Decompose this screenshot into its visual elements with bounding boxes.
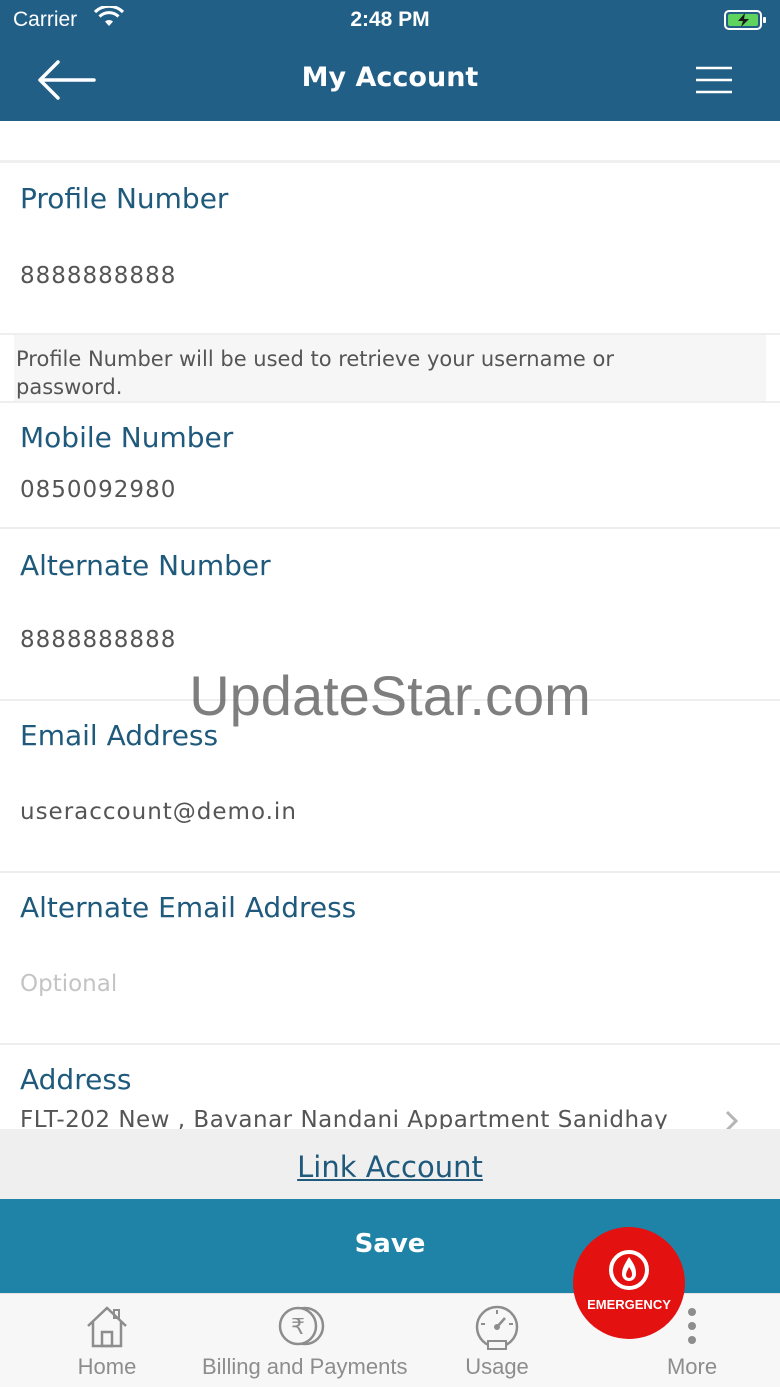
- page-title: My Account: [301, 62, 479, 93]
- alternate-number-label: Alternate Number: [20, 549, 271, 582]
- status-bar: Carrier 2:48 PM: [0, 0, 780, 40]
- profile-number-label: Profile Number: [20, 182, 229, 215]
- link-account-bar: Link Account: [0, 1129, 780, 1199]
- chevron-right-icon: [725, 1110, 739, 1129]
- watermark: UpdateStar.com: [189, 664, 591, 727]
- link-account-link[interactable]: Link Account: [297, 1150, 483, 1184]
- mobile-number-field[interactable]: Mobile Number 0850092980: [0, 403, 780, 529]
- tab-billing[interactable]: ₹ Billing and Payments: [202, 1294, 408, 1387]
- gas-flame-icon: [609, 1250, 649, 1290]
- alternate-email-label: Alternate Email Address: [20, 891, 357, 924]
- svg-text:₹: ₹: [291, 1315, 305, 1340]
- more-vertical-icon: [688, 1308, 696, 1344]
- app-header: Carrier 2:48 PM My Account: [0, 0, 780, 121]
- hamburger-icon: [696, 66, 732, 94]
- mobile-number-label: Mobile Number: [20, 421, 234, 454]
- address-value: FLT-202 New , Bavanar Nandani Appartment…: [20, 1107, 669, 1129]
- account-form: Profile Number 8888888888 Profile Number…: [0, 121, 780, 1129]
- profile-number-value[interactable]: 8888888888: [20, 263, 176, 289]
- tab-usage[interactable]: Usage: [440, 1294, 554, 1387]
- profile-note: Profile Number will be used to retrieve …: [14, 335, 766, 401]
- mobile-number-value[interactable]: 0850092980: [20, 477, 176, 503]
- navbar: My Account: [0, 40, 780, 121]
- emergency-label: EMERGENCY: [587, 1297, 671, 1312]
- address-label: Address: [20, 1063, 132, 1096]
- tab-more-label: More: [666, 1354, 718, 1379]
- tab-home[interactable]: Home: [48, 1294, 166, 1387]
- top-spacer: [0, 121, 780, 163]
- tab-billing-label: Billing and Payments: [202, 1354, 408, 1379]
- profile-note-text: Profile Number will be used to retrieve …: [16, 347, 614, 399]
- profile-number-field[interactable]: Profile Number 8888888888: [0, 163, 780, 335]
- profile-note-container: Profile Number will be used to retrieve …: [0, 335, 780, 403]
- emergency-button[interactable]: EMERGENCY: [573, 1227, 685, 1339]
- gauge-icon: [475, 1305, 519, 1350]
- rupee-coin-icon: ₹: [278, 1306, 325, 1346]
- email-value[interactable]: useraccount@demo.in: [20, 799, 297, 825]
- home-icon: [87, 1306, 127, 1348]
- address-field[interactable]: Address FLT-202 New , Bavanar Nandani Ap…: [0, 1045, 780, 1129]
- save-label: Save: [354, 1229, 426, 1259]
- alternate-number-value[interactable]: 8888888888: [20, 627, 176, 653]
- battery-icon: [724, 9, 768, 36]
- tab-usage-label: Usage: [465, 1354, 529, 1379]
- alternate-email-field[interactable]: Alternate Email Address Optional: [0, 873, 780, 1045]
- clock: 2:48 PM: [350, 8, 430, 31]
- alternate-email-input[interactable]: Optional: [20, 971, 117, 997]
- menu-button[interactable]: [690, 62, 738, 98]
- tab-home-label: Home: [77, 1354, 137, 1379]
